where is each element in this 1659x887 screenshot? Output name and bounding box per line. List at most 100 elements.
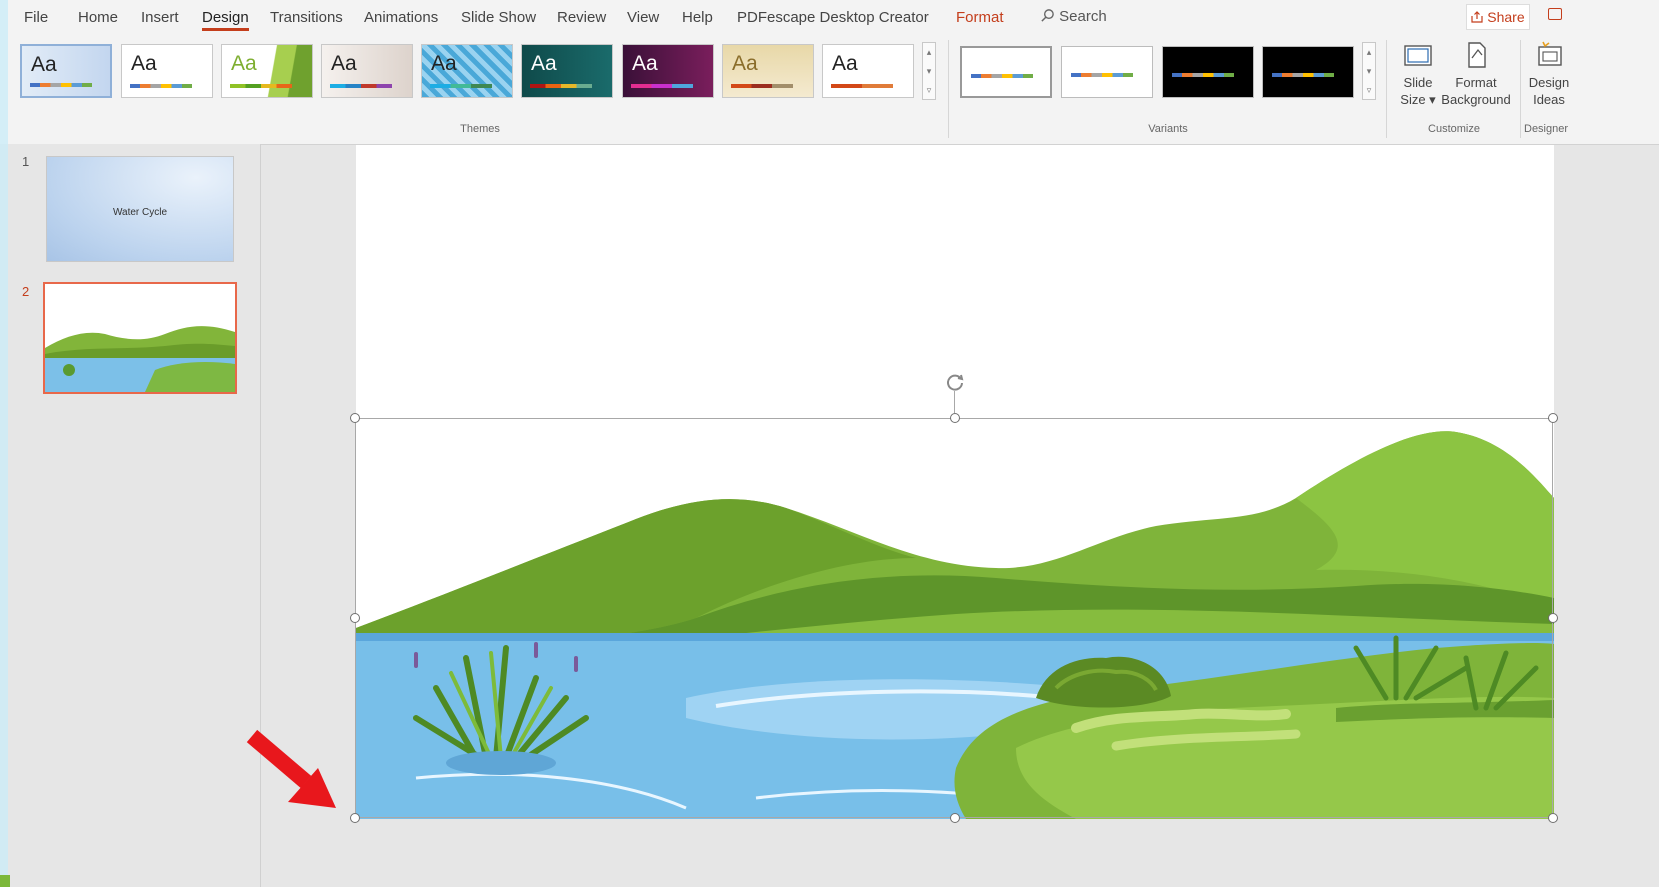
variant-color-swatch (1071, 73, 1133, 77)
variants-group-label: Variants (1148, 123, 1188, 135)
slide-size-label-2: Size ▾ (1400, 92, 1436, 107)
red-annotation-arrow (246, 729, 336, 808)
search-label: Search (1059, 8, 1107, 25)
tab-view[interactable]: View (627, 9, 659, 26)
slide-size-label-1: Slide (1403, 75, 1433, 90)
rotate-handle-icon[interactable] (943, 369, 967, 393)
variant-color-swatch (1272, 73, 1334, 77)
format-background-icon (1468, 42, 1486, 68)
resize-handle-bottom-center[interactable] (950, 813, 960, 823)
resize-handle-middle-left[interactable] (350, 613, 360, 623)
theme-color-swatch (230, 84, 292, 88)
ribbon-divider (1386, 40, 1387, 138)
slide-canvas[interactable] (350, 145, 1558, 823)
tab-help[interactable]: Help (682, 9, 713, 26)
tab-design[interactable]: Design (202, 9, 249, 31)
format-background-label-2: Background (1441, 92, 1511, 107)
chevron-up-icon[interactable]: ▴ (1363, 43, 1375, 62)
search-icon (1041, 9, 1054, 22)
variants-gallery-scroll[interactable]: ▴ ▾ ▿ (1362, 42, 1376, 100)
tab-transitions[interactable]: Transitions (270, 9, 343, 26)
themes-group-label: Themes (460, 123, 500, 135)
resize-handle-bottom-right[interactable] (1548, 813, 1558, 823)
tab-review[interactable]: Review (557, 9, 606, 26)
resize-handle-middle-right[interactable] (1548, 613, 1558, 623)
ribbon-tab-bar: File Home Insert Design Transitions Anim… (0, 0, 1659, 34)
design-ideas-icon (1538, 41, 1562, 66)
resize-handle-top-left[interactable] (350, 413, 360, 423)
design-ribbon: Aa Aa Aa Aa Aa Aa Aa Aa Aa ▴ ▾ ▿ Themes (0, 34, 1659, 145)
theme-celestial[interactable]: Aa (622, 44, 714, 98)
theme-color-swatch (330, 84, 392, 88)
design-ideas-label-2: Ideas (1533, 92, 1565, 107)
theme-office[interactable]: Aa (20, 44, 112, 98)
ribbon-divider (948, 40, 949, 138)
theme-savon[interactable]: Aa (822, 44, 914, 98)
slide-thumbnail-2[interactable] (43, 282, 237, 394)
rotate-handle-connector (954, 391, 955, 413)
slide-size-icon (1404, 45, 1432, 66)
resize-handle-top-right[interactable] (1548, 413, 1558, 423)
tab-home[interactable]: Home (78, 9, 118, 26)
theme-ion[interactable]: Aa (521, 44, 613, 98)
theme-preview-text: Aa (231, 52, 257, 75)
designer-group-label: Designer (1524, 123, 1569, 135)
theme-color-swatch (30, 83, 92, 87)
resize-handle-top-center[interactable] (950, 413, 960, 423)
slide-size-button[interactable]: Slide Size ▾ (1396, 40, 1440, 108)
format-background-label-1: Format (1455, 75, 1497, 90)
design-ideas-label-1: Design (1528, 75, 1570, 90)
tab-insert[interactable]: Insert (141, 9, 179, 26)
tab-file[interactable]: File (24, 9, 48, 26)
variant-3[interactable] (1162, 46, 1254, 98)
theme-preview-text: Aa (632, 52, 658, 75)
variant-color-swatch (1172, 73, 1234, 77)
search-box[interactable]: Search (1040, 8, 1107, 25)
theme-preview-text: Aa (131, 52, 157, 75)
design-ideas-button[interactable]: Design Ideas (1524, 40, 1574, 108)
gallery-more-icon[interactable]: ▿ (923, 81, 935, 99)
gallery-more-icon[interactable]: ▿ (1363, 81, 1375, 99)
theme-color-swatch (731, 84, 793, 88)
theme-preview-text: Aa (431, 52, 457, 75)
theme-color-swatch (631, 84, 693, 88)
tab-slide-show[interactable]: Slide Show (461, 9, 536, 26)
theme-office-2[interactable]: Aa (121, 44, 213, 98)
theme-color-swatch (831, 84, 893, 88)
slide-1-title: Water Cycle (112, 207, 168, 218)
variant-2[interactable] (1061, 46, 1153, 98)
chevron-down-icon[interactable]: ▾ (1363, 62, 1375, 81)
share-icon (1471, 11, 1483, 23)
tab-pdfescape[interactable]: PDFescape Desktop Creator (737, 9, 929, 26)
share-label: Share (1487, 9, 1525, 25)
themes-gallery-scroll[interactable]: ▴ ▾ ▿ (922, 42, 936, 100)
slide-number: 1 (22, 154, 30, 169)
resize-handle-bottom-left[interactable] (350, 813, 360, 823)
variant-color-swatch (971, 74, 1033, 78)
tab-animations[interactable]: Animations (364, 9, 438, 26)
share-button[interactable]: Share (1466, 4, 1530, 30)
format-background-button[interactable]: Format Background (1440, 40, 1512, 108)
theme-preview-text: Aa (732, 52, 758, 75)
theme-facet[interactable]: Aa (221, 44, 313, 98)
theme-preview-text: Aa (531, 52, 557, 75)
window-edge-accent (0, 0, 8, 887)
theme-preview-text: Aa (331, 52, 357, 75)
slide-thumbnail-1[interactable]: Water Cycle (46, 156, 234, 262)
theme-preview-text: Aa (31, 53, 57, 76)
theme-color-swatch (530, 84, 592, 88)
theme-color-swatch (130, 84, 192, 88)
theme-ion-boardroom[interactable]: Aa (421, 44, 513, 98)
selection-frame (355, 418, 1553, 818)
slide-number: 2 (22, 284, 30, 299)
comments-icon[interactable] (1548, 8, 1562, 20)
variant-4[interactable] (1262, 46, 1354, 98)
ribbon-divider (1520, 40, 1521, 138)
chevron-down-icon[interactable]: ▾ (923, 62, 935, 81)
variant-1[interactable] (960, 46, 1052, 98)
tab-format[interactable]: Format (956, 9, 1004, 26)
chevron-up-icon[interactable]: ▴ (923, 43, 935, 62)
theme-preview-text: Aa (832, 52, 858, 75)
theme-wood-type[interactable]: Aa (722, 44, 814, 98)
theme-integral[interactable]: Aa (321, 44, 413, 98)
